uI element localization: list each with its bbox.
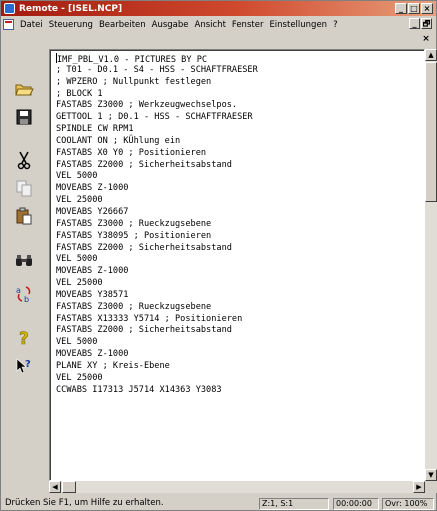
code-line[interactable]: FASTABS X13333 Y5714 ; Positionieren [56,314,258,326]
svg-text:?: ? [19,329,29,347]
cut-icon [17,151,31,170]
find-button[interactable] [10,248,38,274]
menu-datei[interactable]: Datei [17,20,46,30]
code-line-text: IMF_PBL_V1.0 - PICTURES BY PC [57,55,208,65]
code-line[interactable]: MOVEABS Z-1000 [56,349,258,361]
vertical-scrollbar[interactable]: ▲ ▼ [425,49,437,489]
scroll-right-arrow-icon[interactable]: ▶ [413,481,425,493]
app-window: Remote - [ISEL.NCP] _ □ × Datei Steuerun… [0,0,437,511]
document-close-button[interactable]: × [420,34,432,45]
paste-icon [16,207,32,225]
cut-button[interactable] [10,147,38,173]
find-icon [16,255,32,266]
document-window-controls: _ 🗗 [409,18,432,29]
context-help-icon: ? [16,358,31,374]
menu-ansicht[interactable]: Ansicht [192,20,229,30]
scroll-up-arrow-icon[interactable]: ▲ [425,49,437,61]
horizontal-scrollbar[interactable]: ◀ ▶ [49,481,425,493]
code-line[interactable]: GETTOOL 1 ; D0.1 - HSS - SCHAFTFRAESER [56,112,258,124]
svg-text:a: a [16,286,21,295]
code-lines: IMF_PBL_V1.0 - PICTURES BY PC; T01 - D0.… [50,50,258,396]
menu-fenster[interactable]: Fenster [229,20,267,30]
code-line[interactable]: MOVEABS Z-1000 [56,183,258,195]
replace-button[interactable]: a b [10,281,38,307]
code-line[interactable]: MOVEABS Y38571 [56,290,258,302]
maximize-button[interactable]: □ [408,3,420,14]
open-button[interactable] [10,76,38,102]
menu-einstellungen[interactable]: Einstellungen [266,20,330,30]
code-line[interactable]: FASTABS X0 Y0 ; Positionieren [56,148,258,160]
code-line[interactable]: VEL 5000 [56,337,258,349]
menu-ausgabe[interactable]: Ausgabe [149,20,192,30]
document-restore-button[interactable]: 🗗 [421,18,432,29]
code-line[interactable]: FASTABS Z2000 ; Sicherheitsabstand [56,243,258,255]
document-minimize-button[interactable]: _ [409,18,420,29]
menu-bearbeiten[interactable]: Bearbeiten [96,20,149,30]
code-line[interactable]: IMF_PBL_V1.0 - PICTURES BY PC [56,53,258,65]
code-line[interactable]: FASTABS Z2000 ; Sicherheitsabstand [56,325,258,337]
menu-help[interactable]: ? [330,20,341,30]
open-folder-icon [15,84,34,96]
minimize-button[interactable]: _ [395,3,407,14]
menu-steuerung[interactable]: Steuerung [46,20,96,30]
title-bar[interactable]: Remote - [ISEL.NCP] _ □ × [1,1,436,16]
context-help-button[interactable]: ? [10,353,38,379]
status-cursor-position: Z:1, S:1 [259,498,329,510]
document-icon[interactable] [3,19,14,30]
code-line[interactable]: FASTABS Z2000 ; Sicherheitsabstand [56,160,258,172]
code-line[interactable]: ; BLOCK 1 [56,89,258,101]
code-line[interactable]: COOLANT ON ; KÜhlung ein [56,136,258,148]
code-line[interactable]: PLANE XY ; Kreis-Ebene [56,361,258,373]
code-line[interactable]: CCWABS I17313 J5714 X14363 Y3083 [56,385,258,397]
code-line[interactable]: VEL 25000 [56,373,258,385]
code-line[interactable]: FASTABS Z3000 ; Rueckzugsebene [56,219,258,231]
window-title: Remote - [ISEL.NCP] [19,3,123,14]
svg-text:b: b [24,295,29,304]
code-editor[interactable]: IMF_PBL_V1.0 - PICTURES BY PC; T01 - D0.… [49,49,425,481]
copy-button[interactable] [10,175,38,201]
close-button[interactable]: × [421,3,433,14]
vertical-scroll-thumb[interactable] [425,62,437,202]
code-line[interactable]: FASTABS Z3000 ; Werkzeugwechselpos. [56,100,258,112]
paste-button[interactable] [10,203,38,229]
code-line[interactable]: VEL 25000 [56,278,258,290]
help-icon: ? [19,329,29,347]
code-line[interactable]: FASTABS Y38095 ; Positionieren [56,231,258,243]
scroll-left-arrow-icon[interactable]: ◀ [49,481,61,493]
scroll-down-arrow-icon[interactable]: ▼ [425,469,437,481]
status-message: Drücken Sie F1, um Hilfe zu erhalten. [5,498,164,508]
code-line[interactable]: VEL 5000 [56,254,258,266]
code-line[interactable]: SPINDLE CW RPM1 [56,124,258,136]
status-time: 00:00:00 [333,498,379,510]
help-button[interactable]: ? [10,324,38,350]
save-button[interactable] [10,104,38,130]
resize-grip[interactable] [425,481,437,493]
code-line[interactable]: VEL 25000 [56,195,258,207]
menu-bar: Datei Steuerung Bearbeiten Ausgabe Ansic… [1,16,436,33]
svg-text:?: ? [25,359,31,370]
code-line[interactable]: ; T01 - D0.1 - S4 - HSS - SCHAFTFRAESER [56,65,258,77]
horizontal-scroll-thumb[interactable] [62,481,76,493]
code-line[interactable]: FASTABS Z3000 ; Rueckzugsebene [56,302,258,314]
code-line[interactable]: VEL 5000 [56,171,258,183]
copy-icon [16,180,32,197]
code-line[interactable]: MOVEABS Z-1000 [56,266,258,278]
replace-icon: a b [16,286,31,304]
save-icon [16,109,32,125]
code-line[interactable]: ; WPZERO ; Nullpunkt festlegen [56,77,258,89]
app-icon[interactable] [4,3,15,14]
vertical-toolbar: a b ? ? [4,48,44,488]
status-bar: Drücken Sie F1, um Hilfe zu erhalten. Z:… [1,497,436,511]
code-line[interactable]: MOVEABS Y26667 [56,207,258,219]
window-controls: _ □ × [395,3,433,14]
status-override: Ovr: 100% [382,498,434,510]
